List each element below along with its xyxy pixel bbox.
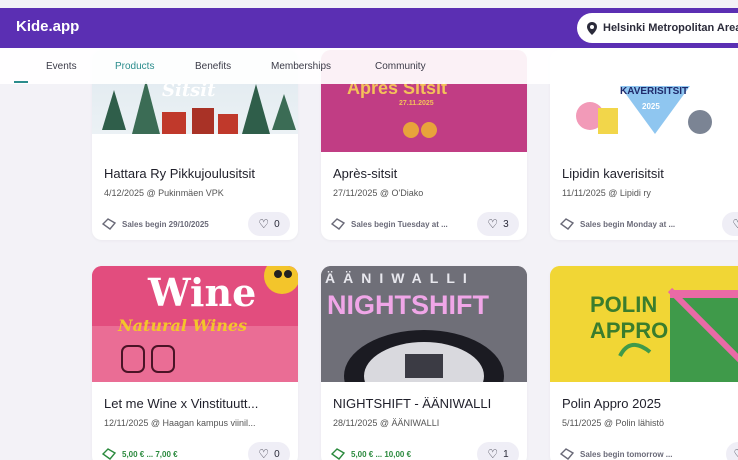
- ticket-info: Sales begin 29/10/2025: [102, 218, 209, 230]
- location-label: Helsinki Metropolitan Area: [603, 22, 738, 34]
- event-date-venue: 27/11/2025 @ O'Diako: [333, 188, 424, 198]
- event-image: Wine Natural Wines: [92, 266, 298, 382]
- nav-tab-products[interactable]: Products: [115, 61, 154, 72]
- event-image-text: POLIN: [590, 292, 658, 317]
- event-title[interactable]: Hattara Ry Pikkujoulusitsit: [104, 166, 290, 181]
- event-card[interactable]: Wine Natural Wines Let me Wine x Vinstit…: [92, 266, 298, 460]
- event-card[interactable]: ÄÄNIWALLI NIGHTSHIFT NIGHTSHIFT - ÄÄNIWA…: [321, 266, 527, 460]
- like-button[interactable]: ♡ 0: [248, 442, 290, 460]
- event-image-text: Wine: [148, 270, 257, 315]
- heart-icon: ♡: [487, 217, 499, 231]
- event-date-venue: 28/11/2025 @ ÄÄNIWALLI: [333, 418, 440, 428]
- event-title[interactable]: Lipidin kaverisitsit: [562, 166, 738, 181]
- ticket-icon: [560, 218, 574, 230]
- ticket-icon: [102, 218, 116, 230]
- heart-icon: ♡: [732, 217, 738, 231]
- heart-icon: ♡: [258, 217, 270, 231]
- like-button[interactable]: ♡ 8: [722, 212, 738, 236]
- ticket-status: Sales begin 29/10/2025: [122, 219, 209, 229]
- like-button[interactable]: ♡ 3: [477, 212, 519, 236]
- main-nav: Events Products Benefits Memberships Com…: [0, 48, 738, 84]
- top-bar: Kide.app Helsinki Metropolitan Area: [0, 8, 738, 48]
- nav-tab-events[interactable]: Events: [46, 61, 77, 72]
- heart-icon: ♡: [487, 447, 499, 460]
- ticket-icon: [102, 448, 116, 460]
- app-logo[interactable]: Kide.app: [16, 18, 79, 35]
- event-image-subtext: ÄÄNIWALLI: [325, 270, 475, 286]
- ticket-status: Sales begin tomorrow ...: [580, 449, 673, 459]
- event-image: ÄÄNIWALLI NIGHTSHIFT: [321, 266, 527, 382]
- nav-tab-community[interactable]: Community: [375, 61, 426, 72]
- heart-icon: ♡: [734, 447, 738, 460]
- like-count: 0: [274, 448, 280, 460]
- ticket-icon: [331, 218, 345, 230]
- event-date-venue: 4/12/2025 @ Pukinmäen VPK: [104, 188, 224, 198]
- event-image: POLIN APPRO: [550, 266, 738, 382]
- like-button[interactable]: ♡ 0: [248, 212, 290, 236]
- event-title[interactable]: Let me Wine x Vinstituutt...: [104, 396, 290, 411]
- event-image-text: NIGHTSHIFT: [327, 290, 489, 320]
- like-count: 0: [274, 218, 280, 230]
- ticket-status: Sales begin Monday at ...: [580, 219, 676, 229]
- event-image-date: 27.11.2025: [399, 100, 434, 107]
- ticket-icon: [331, 448, 345, 460]
- ticket-status: Sales begin Tuesday at ...: [351, 219, 448, 229]
- ticket-info: Sales begin Tuesday at ...: [331, 218, 448, 230]
- event-title[interactable]: NIGHTSHIFT - ÄÄNIWALLI: [333, 396, 519, 411]
- event-date-venue: 11/11/2025 @ Lipidi ry: [562, 188, 651, 198]
- location-selector[interactable]: Helsinki Metropolitan Area: [577, 13, 738, 43]
- ticket-info: Sales begin tomorrow ...: [560, 448, 672, 460]
- event-image-subtext: Natural Wines: [118, 316, 248, 335]
- event-card[interactable]: POLIN APPRO Polin Appro 2025 5/11/2025 @…: [550, 266, 738, 460]
- heart-icon: ♡: [258, 447, 270, 460]
- ticket-info: 5,00 € ... 10,00 €: [331, 448, 411, 460]
- nav-tab-benefits[interactable]: Benefits: [195, 61, 231, 72]
- ticket-price: 5,00 € ... 7,00 €: [122, 449, 178, 459]
- ticket-icon: [560, 448, 574, 460]
- like-count: 3: [503, 218, 509, 230]
- like-count: 1: [503, 448, 509, 460]
- like-button[interactable]: ♡ 1: [477, 442, 519, 460]
- event-image-subtext: APPRO: [590, 318, 669, 343]
- ticket-info: Sales begin Monday at ...: [560, 218, 675, 230]
- event-title[interactable]: Polin Appro 2025: [562, 396, 738, 411]
- event-title[interactable]: Après-sitsit: [333, 166, 519, 181]
- page: Sitsit Hattara Ry Pikkujoulusitsit 4/12/…: [0, 0, 738, 460]
- event-date-venue: 5/11/2025 @ Polin lähistö: [562, 418, 665, 428]
- active-tab-indicator: [14, 81, 28, 83]
- event-date-venue: 12/11/2025 @ Haagan kampus viinil...: [104, 418, 256, 428]
- nav-tab-memberships[interactable]: Memberships: [271, 61, 331, 72]
- ticket-info: 5,00 € ... 7,00 €: [102, 448, 178, 460]
- ticket-price: 5,00 € ... 10,00 €: [351, 449, 412, 459]
- event-image-year: 2025: [642, 102, 660, 111]
- location-pin-icon: [587, 21, 597, 35]
- event-image-text: KAVERISITSIT: [620, 86, 689, 97]
- like-button[interactable]: ♡ 22: [726, 442, 738, 460]
